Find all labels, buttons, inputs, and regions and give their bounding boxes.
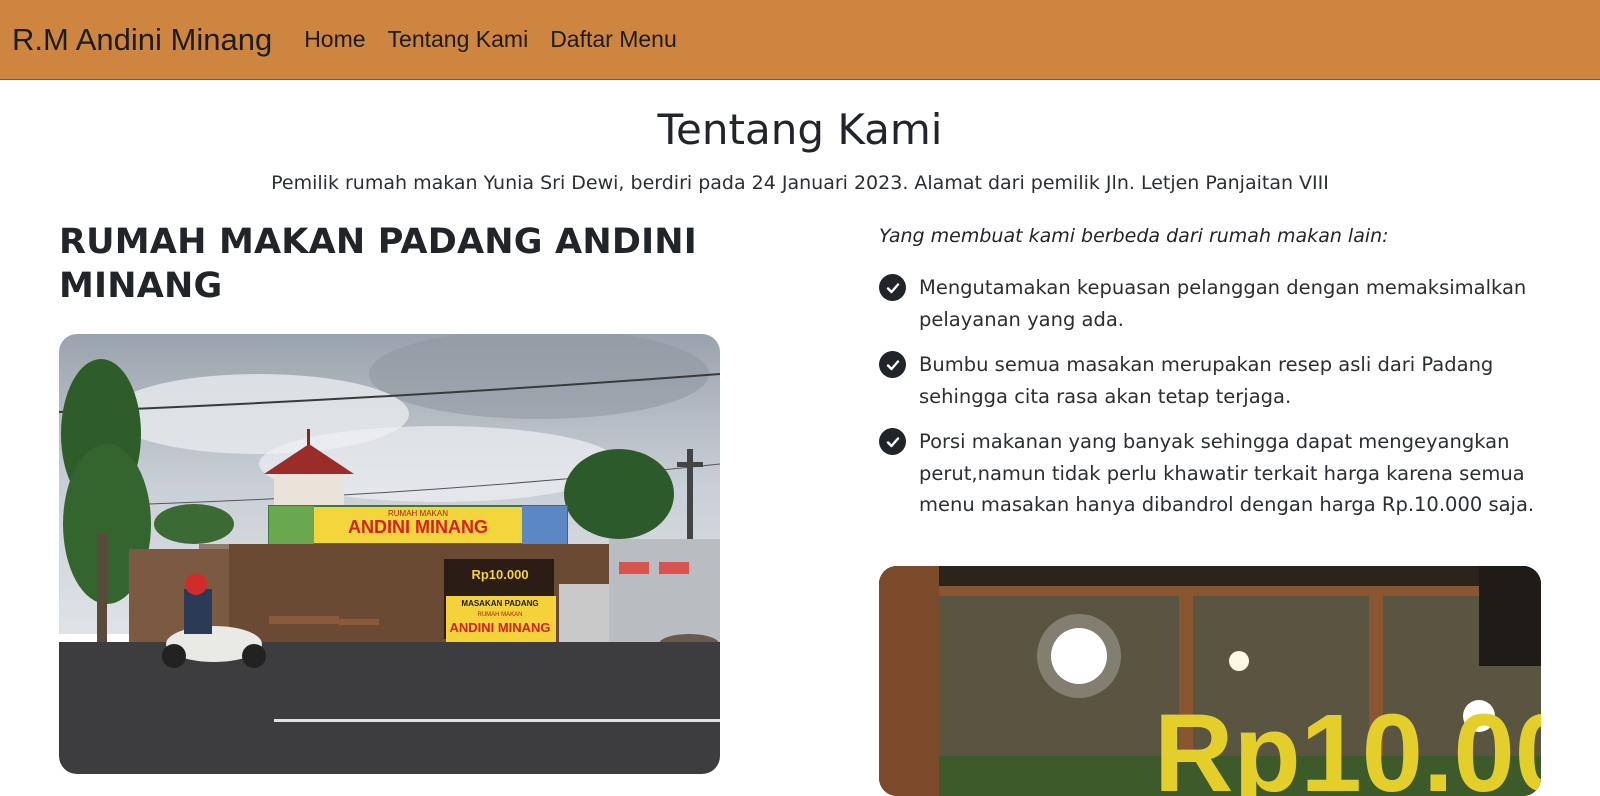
road: [59, 642, 720, 774]
ceiling-lamp-glow: [1037, 614, 1121, 698]
window-price-text: Rp10.000: [1154, 692, 1541, 796]
page-subtitle: Pemilik rumah makan Yunia Sri Dewi, berd…: [271, 172, 1329, 194]
banner-line3: ANDINI MINANG: [449, 620, 550, 635]
banner-line1: MASAKAN PADANG: [461, 599, 538, 608]
wood-frame: [939, 586, 1541, 596]
road-marking: [274, 719, 720, 722]
page-title: Tentang Kami: [657, 105, 943, 154]
stripe-sign: [659, 562, 689, 574]
scooter-wheel: [162, 644, 186, 668]
right-shade: [1479, 566, 1541, 666]
stripe-sign: [619, 562, 649, 574]
restaurant-photo: RUMAH MAKAN ANDINI MINANG Rp10.000 MASAK…: [59, 334, 720, 774]
tree-trunk: [97, 534, 107, 644]
restaurant-window-photo: Rp10.000: [879, 566, 1541, 796]
tree-right: [564, 449, 674, 539]
wood-frame: [879, 566, 939, 796]
utility-pole-arm: [677, 462, 703, 467]
banner-line2: RUMAH MAKAN: [477, 612, 522, 618]
nav-link-home[interactable]: Home: [304, 26, 365, 53]
feature-text: Porsi makanan yang banyak sehingga dapat…: [919, 430, 1535, 516]
mosque-spire: [307, 429, 310, 445]
restaurant-heading: RUMAH MAKAN PADANG ANDINI MINANG: [59, 222, 698, 306]
window-frame-top: [879, 566, 1541, 586]
nav-link-tentang-kami[interactable]: Tentang Kami: [388, 26, 529, 53]
sign-main-text: ANDINI MINANG: [348, 517, 488, 537]
rider: [184, 589, 212, 634]
tree-mid: [154, 504, 234, 544]
feature-text: Mengutamakan kepuasan pelanggan dengan m…: [919, 276, 1527, 331]
sign-board-left: [269, 506, 314, 544]
scooter-wheel: [242, 644, 266, 668]
features-intro: Yang membuat kami berbeda dari rumah mak…: [879, 225, 1389, 247]
feature-item: Mengutamakan kepuasan pelanggan dengan m…: [879, 272, 1539, 335]
bench: [269, 616, 339, 624]
left-column: RUMAH MAKAN PADANG ANDINI MINANG: [59, 220, 729, 308]
ceiling-lamp: [1229, 651, 1249, 671]
sign-board-right: [522, 506, 567, 544]
feature-item: Porsi makanan yang banyak sehingga dapat…: [879, 426, 1539, 521]
feature-text: Bumbu semua masakan merupakan resep asli…: [919, 353, 1494, 408]
metal-gate: [559, 584, 609, 646]
rider-helmet: [185, 573, 207, 595]
check-circle-icon: [879, 274, 906, 301]
navbar: R.M Andini Minang Home Tentang Kami Daft…: [0, 0, 1600, 80]
nav-link-daftar-menu[interactable]: Daftar Menu: [550, 26, 677, 53]
corrugated-shed: [609, 539, 720, 644]
price-sign: Rp10.000: [471, 567, 528, 582]
right-column: Yang membuat kami berbeda dari rumah mak…: [879, 222, 1539, 535]
feature-item: Bumbu semua masakan merupakan resep asli…: [879, 349, 1539, 412]
check-circle-icon: [879, 351, 906, 378]
bench: [339, 619, 379, 625]
check-circle-icon: [879, 428, 906, 455]
brand-link[interactable]: R.M Andini Minang: [12, 22, 272, 58]
